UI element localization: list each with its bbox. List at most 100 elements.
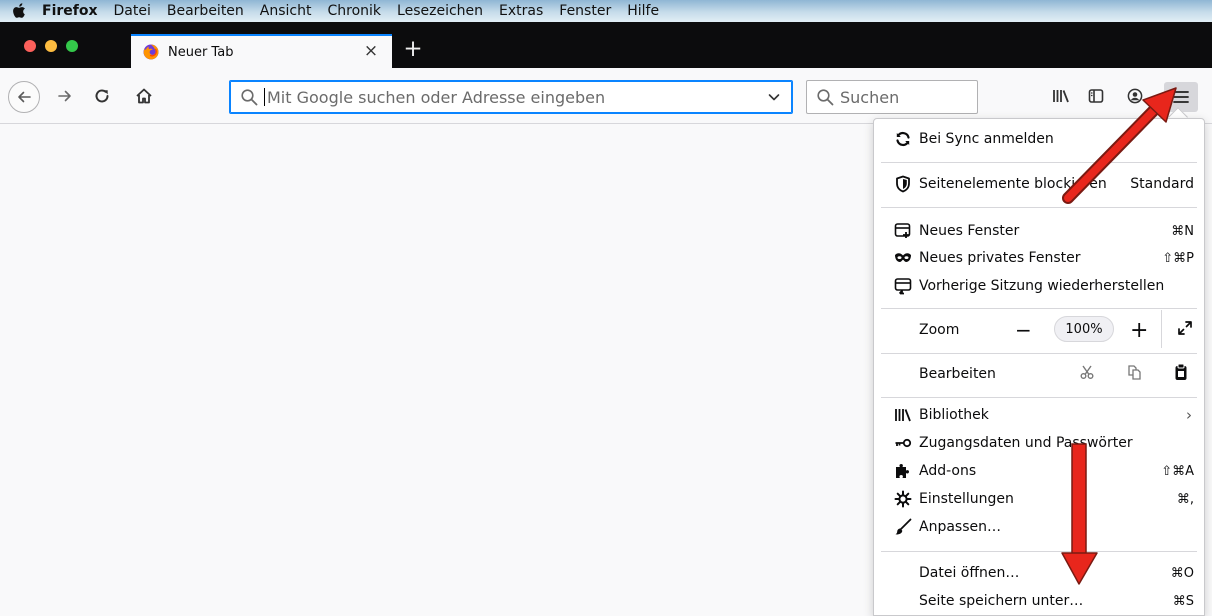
- apple-logo-icon[interactable]: [0, 2, 40, 20]
- shortcut-label: ⌘O: [1170, 565, 1194, 581]
- zoom-out-button[interactable]: −: [1015, 318, 1032, 342]
- menu-item-sync[interactable]: Bei Sync anmelden: [874, 125, 1204, 153]
- chevron-right-icon: ›: [1186, 406, 1192, 424]
- address-bar-placeholder: Mit Google suchen oder Adresse eingeben: [267, 87, 606, 107]
- menu-item-open-file[interactable]: Datei öffnen… ⌘O: [874, 559, 1204, 587]
- menu-item-label: Seitenelemente blockieren: [919, 176, 1107, 192]
- menu-item-library[interactable]: Bibliothek ›: [874, 401, 1204, 429]
- menu-item-restore-session[interactable]: Vorherige Sitzung wiederherstellen: [874, 272, 1204, 300]
- edit-label: Bearbeiten: [919, 366, 996, 382]
- restore-session-icon: [894, 277, 912, 295]
- account-button[interactable]: [1122, 83, 1148, 109]
- window-controls: [24, 40, 78, 52]
- fullscreen-icon[interactable]: [1177, 320, 1193, 340]
- menu-item-logins[interactable]: Zugangsdaten und Passwörter: [874, 429, 1204, 457]
- menu-separator: [881, 551, 1197, 552]
- open-menu-button[interactable]: [1164, 82, 1198, 112]
- home-icon: [136, 88, 152, 104]
- firefox-favicon-icon: [143, 44, 159, 60]
- menu-separator: [881, 397, 1197, 398]
- navigation-toolbar: Mit Google suchen oder Adresse eingeben …: [0, 68, 1212, 124]
- zoom-reset-button[interactable]: 100%: [1054, 316, 1114, 342]
- paintbrush-icon: [894, 518, 912, 536]
- menu-separator: [881, 162, 1197, 163]
- library-button[interactable]: [1048, 83, 1074, 109]
- menu-item-addons[interactable]: Add-ons ⇧⌘A: [874, 457, 1204, 485]
- menubar-item-chronik[interactable]: Chronik: [320, 3, 390, 19]
- content-blocking-level: Standard: [1130, 176, 1194, 192]
- menu-item-label: Add-ons: [919, 463, 977, 479]
- copy-icon[interactable]: [1126, 364, 1142, 384]
- reload-icon: [95, 89, 109, 103]
- menu-item-label: Einstellungen: [919, 491, 1014, 507]
- arrow-left-icon: [18, 91, 31, 103]
- shortcut-label: ⇧⌘A: [1161, 463, 1194, 479]
- new-window-icon: [894, 222, 912, 240]
- shortcut-label: ⌘N: [1171, 223, 1194, 239]
- tab-strip: Neuer Tab × +: [0, 22, 1212, 68]
- menu-item-label: Anpassen…: [919, 519, 1001, 535]
- sync-icon: [894, 130, 912, 148]
- search-icon: [240, 88, 258, 106]
- menubar-item-hilfe[interactable]: Hilfe: [619, 3, 667, 19]
- shortcut-label: ⌘S: [1172, 593, 1194, 609]
- menubar-item-extras[interactable]: Extras: [491, 3, 551, 19]
- macos-menubar: Firefox Datei Bearbeiten Ansicht Chronik…: [0, 0, 1212, 22]
- paste-icon[interactable]: [1174, 363, 1188, 385]
- search-bar[interactable]: Suchen: [806, 80, 978, 114]
- back-button[interactable]: [8, 81, 40, 113]
- menubar-item-ansicht[interactable]: Ansicht: [252, 3, 320, 19]
- zoom-in-button[interactable]: +: [1130, 318, 1148, 343]
- account-icon: [1127, 88, 1143, 104]
- menu-item-label: Vorherige Sitzung wiederherstellen: [919, 278, 1165, 294]
- puzzle-piece-icon: [894, 462, 912, 480]
- library-icon: [1053, 90, 1069, 103]
- menu-separator: [881, 207, 1197, 208]
- private-mask-icon: [894, 249, 912, 267]
- menu-item-label: Neues Fenster: [919, 223, 1020, 239]
- menu-item-new-private-window[interactable]: Neues privates Fenster ⇧⌘P: [874, 244, 1204, 272]
- menubar-item-bearbeiten[interactable]: Bearbeiten: [159, 3, 252, 19]
- menu-item-new-window[interactable]: Neues Fenster ⌘N: [874, 217, 1204, 245]
- tab-close-icon[interactable]: ×: [362, 41, 380, 61]
- hamburger-menu-icon: [1173, 91, 1189, 103]
- forward-button[interactable]: [52, 83, 78, 109]
- app-menu-panel: Bei Sync anmelden Seitenelemente blockie…: [873, 118, 1205, 616]
- gear-icon: [894, 490, 912, 508]
- menu-item-edit: Bearbeiten: [874, 360, 1204, 388]
- menu-item-content-blocking[interactable]: Seitenelemente blockieren Standard: [874, 170, 1204, 198]
- cut-icon[interactable]: [1079, 364, 1095, 384]
- tab-title: Neuer Tab: [168, 44, 234, 60]
- shield-icon: [894, 175, 912, 193]
- home-button[interactable]: [131, 83, 157, 109]
- chevron-down-icon[interactable]: [766, 89, 782, 105]
- reload-button[interactable]: [89, 83, 115, 109]
- menu-item-label: Bibliothek: [919, 407, 989, 423]
- menubar-item-datei[interactable]: Datei: [106, 3, 159, 19]
- address-bar[interactable]: Mit Google suchen oder Adresse eingeben: [229, 80, 793, 114]
- new-tab-button[interactable]: +: [400, 36, 426, 62]
- menu-item-label: Zugangsdaten und Passwörter: [919, 435, 1133, 451]
- zoom-divider: [1161, 310, 1162, 348]
- close-window-button[interactable]: [24, 40, 36, 52]
- text-cursor: [264, 88, 265, 106]
- menu-item-preferences[interactable]: Einstellungen ⌘,: [874, 485, 1204, 513]
- menu-separator: [881, 353, 1197, 354]
- menu-item-customize[interactable]: Anpassen…: [874, 513, 1204, 541]
- sidebar-button[interactable]: [1083, 83, 1109, 109]
- zoom-label: Zoom: [919, 322, 960, 338]
- key-icon: [894, 434, 912, 452]
- shortcut-label: ⇧⌘P: [1162, 250, 1194, 266]
- search-icon: [816, 88, 834, 106]
- menubar-app-name[interactable]: Firefox: [40, 3, 106, 19]
- minimize-window-button[interactable]: [45, 40, 57, 52]
- zoom-window-button[interactable]: [66, 40, 78, 52]
- menubar-item-lesezeichen[interactable]: Lesezeichen: [389, 3, 491, 19]
- shortcut-label: ⌘,: [1176, 491, 1194, 507]
- sidebar-icon: [1088, 89, 1104, 103]
- menubar-item-fenster[interactable]: Fenster: [551, 3, 619, 19]
- menu-item-save-page[interactable]: Seite speichern unter… ⌘S: [874, 587, 1204, 615]
- tab-neuer-tab[interactable]: Neuer Tab ×: [131, 34, 392, 68]
- menu-item-label: Bei Sync anmelden: [919, 131, 1054, 147]
- menu-item-label: Datei öffnen…: [919, 565, 1020, 581]
